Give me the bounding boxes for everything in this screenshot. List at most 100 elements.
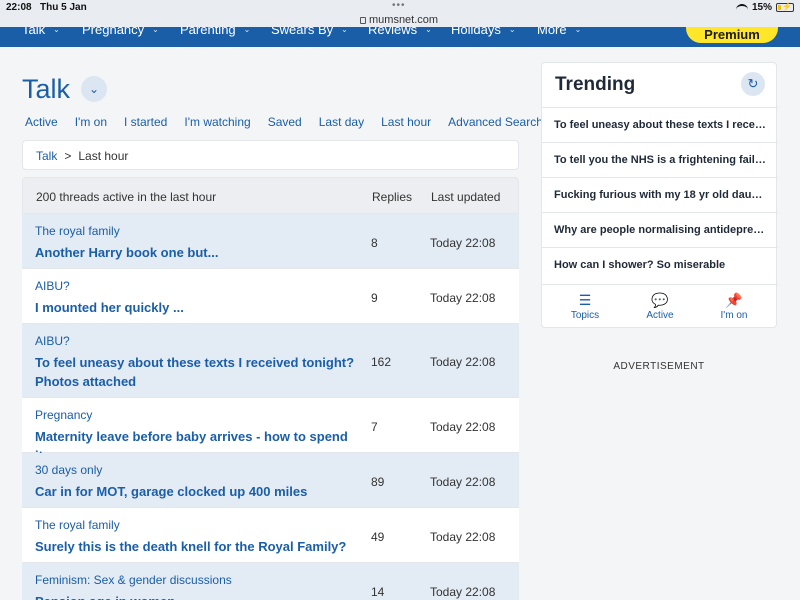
thread-category[interactable]: Pregnancy xyxy=(35,408,92,422)
chevron-down-icon[interactable]: ⌄ xyxy=(81,76,107,102)
table-row[interactable]: Feminism: Sex & gender discussions Pensi… xyxy=(22,563,519,600)
col-replies: Replies xyxy=(372,190,413,204)
url-text: mumsnet.com xyxy=(369,14,439,26)
thread-replies: 9 xyxy=(371,291,378,305)
thread-replies: 8 xyxy=(371,236,378,250)
trending-tabs: ☰ Topics 💬 Active 📌 I'm on xyxy=(542,284,778,328)
tab-active-label: Active xyxy=(646,310,674,321)
breadcrumb-current: Last hour xyxy=(78,149,129,163)
battery-icon: ⚡ xyxy=(776,2,794,12)
thread-category[interactable]: 30 days only xyxy=(35,463,102,477)
trending-item[interactable]: Why are people normalising antidepressan… xyxy=(542,212,778,247)
table-row[interactable]: Pregnancy Maternity leave before baby ar… xyxy=(22,398,519,463)
col-last-updated: Last updated xyxy=(431,190,501,204)
thread-updated: Today 22:08 xyxy=(430,475,496,489)
tab-topics[interactable]: ☰ Topics xyxy=(555,291,615,321)
thread-category[interactable]: The royal family xyxy=(35,224,120,238)
subnav-last-hour[interactable]: Last hour xyxy=(381,115,431,129)
trending-item[interactable]: How can I shower? So miserable xyxy=(542,247,778,282)
subnav-advanced-search[interactable]: Advanced Search xyxy=(448,115,543,129)
thread-replies: 14 xyxy=(371,585,385,599)
ios-status-bar: 22:08 Thu 5 Jan ••• mumsnet.com 15% ⚡ xyxy=(0,0,800,30)
thread-title[interactable]: I mounted her quickly ... xyxy=(35,298,355,317)
trending-panel: Trending ↻ To feel uneasy about these te… xyxy=(541,62,778,328)
thread-updated: Today 22:08 xyxy=(430,291,496,305)
breadcrumb-separator: > xyxy=(64,149,72,163)
thread-title[interactable]: Car in for MOT, garage clocked up 400 mi… xyxy=(35,482,355,501)
subnav-active[interactable]: Active xyxy=(25,115,58,129)
thread-category[interactable]: AIBU? xyxy=(35,279,70,293)
chevron-down-icon: ⌄ xyxy=(425,27,432,34)
nav-item-reviews[interactable]: Reviews ⌄ xyxy=(368,27,432,37)
table-row[interactable]: 30 days only Car in for MOT, garage cloc… xyxy=(22,453,519,508)
menu-icon: ☰ xyxy=(578,292,592,308)
advertisement-label: ADVERTISEMENT xyxy=(613,361,705,372)
url-bar[interactable]: mumsnet.com xyxy=(360,14,438,26)
nav-item-parenting[interactable]: Parenting ⌄ xyxy=(180,27,250,37)
lock-icon xyxy=(360,16,366,24)
chevron-down-icon: ⌄ xyxy=(341,27,348,34)
table-row[interactable]: AIBU? I mounted her quickly ... 9 Today … xyxy=(22,269,519,324)
tab-im-on[interactable]: 📌 I'm on xyxy=(704,291,764,321)
nav-item-talk[interactable]: Talk ⌄ xyxy=(22,27,60,37)
pin-icon: 📌 xyxy=(725,292,743,308)
thread-title[interactable]: Surely this is the death knell for the R… xyxy=(35,537,355,556)
subnav-im-watching[interactable]: I'm watching xyxy=(184,115,250,129)
status-icons: 15% ⚡ xyxy=(735,2,794,13)
table-row[interactable]: The royal family Surely this is the deat… xyxy=(22,508,519,563)
thread-updated: Today 22:08 xyxy=(430,355,496,369)
nav-item-swears-by[interactable]: Swears By ⌄ xyxy=(271,27,348,37)
site-nav: Talk ⌄ Pregnancy ⌄ Parenting ⌄ Swears By ⌄ R… xyxy=(0,27,800,47)
nav-item-pregnancy[interactable]: Pregnancy ⌄ xyxy=(82,27,159,37)
thread-category[interactable]: The royal family xyxy=(35,518,120,532)
thread-replies: 89 xyxy=(371,475,385,489)
trending-item[interactable]: To tell you the NHS is a frightening fai… xyxy=(542,142,778,177)
trending-item[interactable]: Fucking furious with my 18 yr old daught… xyxy=(542,177,778,212)
thread-updated: Today 22:08 xyxy=(430,420,496,434)
premium-button[interactable]: Premium xyxy=(686,27,778,43)
subnav-saved[interactable]: Saved xyxy=(268,115,302,129)
chevron-down-icon: ⌄ xyxy=(508,27,516,34)
thread-category[interactable]: Feminism: Sex & gender discussions xyxy=(35,573,232,587)
trending-item[interactable]: To feel uneasy about these texts I recei… xyxy=(542,107,778,142)
battery-percent: 15% xyxy=(751,2,772,13)
chevron-down-icon: ⌄ xyxy=(152,27,159,34)
wifi-icon xyxy=(735,3,748,12)
more-dots-icon[interactable]: ••• xyxy=(392,0,406,11)
thread-title[interactable]: Pension age in women xyxy=(35,592,355,600)
chevron-down-icon: ⌄ xyxy=(574,27,582,34)
subnav-i-started[interactable]: I started xyxy=(124,115,167,129)
date: Thu 5 Jan xyxy=(40,2,87,13)
chevron-down-icon: ⌄ xyxy=(243,27,251,34)
thread-category[interactable]: AIBU? xyxy=(35,334,70,348)
threads-summary: 200 threads active in the last hour xyxy=(36,190,217,204)
threads-table: 200 threads active in the last hour Repl… xyxy=(22,177,519,600)
tab-topics-label: Topics xyxy=(570,310,600,321)
table-row[interactable]: AIBU? To feel uneasy about these texts I… xyxy=(22,324,519,398)
thread-updated: Today 22:08 xyxy=(430,236,496,250)
nav-item-holidays[interactable]: Holidays ⌄ xyxy=(451,27,516,37)
table-header: 200 threads active in the last hour Repl… xyxy=(22,177,519,214)
thread-replies: 7 xyxy=(371,420,378,434)
thread-replies: 49 xyxy=(371,530,385,544)
page-title: Talk xyxy=(22,74,71,104)
talk-subnav: Active I'm on I started I'm watching Sav… xyxy=(25,115,560,129)
chevron-down-icon: ⌄ xyxy=(53,27,60,34)
subnav-last-day[interactable]: Last day xyxy=(319,115,364,129)
table-row[interactable]: The royal family Another Harry book one … xyxy=(22,214,519,269)
thread-replies: 162 xyxy=(371,355,392,369)
thread-updated: Today 22:08 xyxy=(430,585,496,599)
subnav-im-on[interactable]: I'm on xyxy=(75,115,107,129)
clock: 22:08 xyxy=(6,2,32,13)
tab-im-on-label: I'm on xyxy=(720,310,748,321)
chat-bubbles-icon: 💬 xyxy=(651,292,669,308)
trending-title: Trending xyxy=(555,74,636,95)
tab-active[interactable]: 💬 Active xyxy=(630,291,690,321)
thread-title[interactable]: Another Harry book one but... xyxy=(35,243,355,262)
breadcrumb-talk[interactable]: Talk xyxy=(36,149,57,163)
thread-updated: Today 22:08 xyxy=(430,530,496,544)
refresh-icon[interactable]: ↻ xyxy=(741,72,765,96)
breadcrumb: Talk > Last hour xyxy=(22,140,519,170)
nav-item-more[interactable]: More ⌄ xyxy=(537,27,581,37)
thread-title[interactable]: To feel uneasy about these texts I recei… xyxy=(35,353,355,391)
